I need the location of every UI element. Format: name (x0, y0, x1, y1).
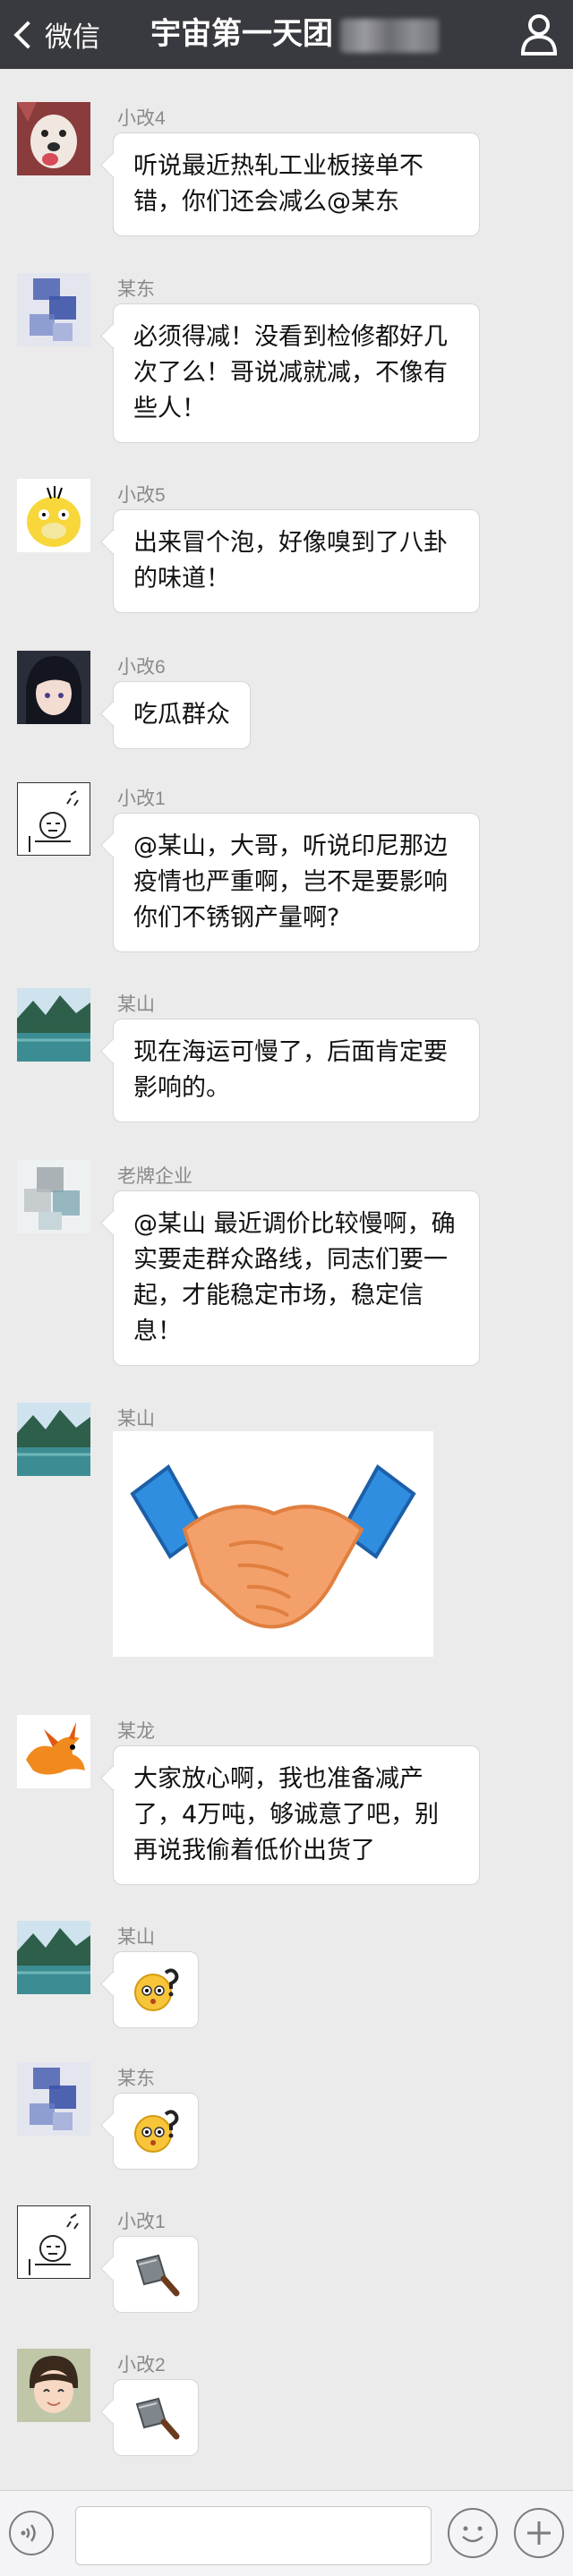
blurred-avatar[interactable] (17, 273, 90, 346)
message-bubble[interactable]: 大家放心啊，我也准备减产了，4万吨，够诚意了吧，别再说我偷着低价出货了 (113, 1745, 480, 1885)
message-bubble[interactable]: @某山，大哥，听说印尼那边疫情也严重啊，岂不是要影响你们不锈钢产量啊? (113, 813, 480, 952)
input-bar (0, 2490, 573, 2576)
sender-name: 小改4 (117, 108, 166, 129)
message-bubble[interactable] (113, 1951, 199, 2028)
cleaver-icon (135, 2397, 180, 2440)
message-bubble[interactable]: 听说最近热轧工业板接单不错，你们还会减么@某东 (113, 132, 480, 236)
blurred-avatar[interactable] (17, 2062, 90, 2136)
chat-title-text: 宇宙第一天团 (150, 16, 333, 52)
dog-avatar[interactable] (17, 102, 90, 175)
message-bubble[interactable]: 出来冒个泡，好像嗅到了八卦的味道！ (113, 509, 480, 613)
handshake-image[interactable] (113, 1431, 433, 1657)
message-bubble[interactable] (113, 2379, 199, 2456)
voice-icon (21, 2524, 36, 2542)
chevron-left-icon (13, 20, 42, 49)
confused-emoji-icon (134, 2110, 179, 2153)
message-bubble[interactable]: 吃瓜群众 (113, 681, 251, 749)
boy-avatar[interactable] (17, 2349, 90, 2422)
sender-name: 小改5 (117, 485, 166, 506)
confused-emoji-icon (134, 1968, 179, 2011)
sketch-avatar[interactable] (17, 782, 90, 856)
message-bubble[interactable] (113, 2093, 199, 2170)
blurred-avatar[interactable] (17, 1160, 90, 1233)
blurred-title-suffix (340, 18, 439, 53)
more-button[interactable] (514, 2508, 564, 2558)
emoji-button[interactable] (448, 2508, 498, 2558)
sender-name: 某山 (117, 1927, 155, 1948)
sender-name: 某东 (117, 279, 155, 300)
sketch-avatar[interactable] (17, 2205, 90, 2279)
back-button[interactable]: 微信 (13, 0, 100, 69)
sender-name: 小改6 (117, 657, 166, 678)
sender-name: 小改2 (117, 2355, 166, 2376)
lake-avatar[interactable] (17, 988, 90, 1062)
message-bubble[interactable]: 现在海运可慢了，后面肯定要影响的。 (113, 1019, 480, 1122)
smiley-icon (462, 2526, 483, 2543)
sender-name: 某山 (117, 994, 155, 1015)
message-bubble[interactable]: @某山 最近调价比较慢啊，确实要走群众路线，同志们要一起，才能稳定市场，稳定信息… (113, 1190, 480, 1366)
plus-icon (527, 2521, 551, 2545)
dragon-avatar[interactable] (17, 1715, 90, 1788)
sender-name: 小改1 (117, 789, 166, 809)
duck-avatar[interactable] (17, 479, 90, 552)
sender-name: 某东 (117, 2068, 155, 2089)
sender-name: 某山 (117, 1409, 155, 1429)
back-label: 微信 (45, 21, 100, 54)
chat-title: 宇宙第一天团 (150, 0, 439, 69)
cleaver-icon (135, 2254, 180, 2297)
lake-avatar[interactable] (17, 1921, 90, 1994)
chat-header: 微信 宇宙第一天团 (0, 0, 573, 69)
person-icon[interactable] (519, 13, 559, 55)
voice-button[interactable] (9, 2511, 54, 2555)
sender-name: 老牌企业 (117, 1166, 192, 1187)
anime-avatar[interactable] (17, 651, 90, 724)
lake-avatar[interactable] (17, 1403, 90, 1476)
message-bubble[interactable] (113, 2236, 199, 2313)
sender-name: 小改1 (117, 2212, 166, 2232)
sender-name: 某龙 (117, 1721, 155, 1742)
message-bubble[interactable]: 必须得减！没看到检修都好几次了么！哥说减就减，不像有些人！ (113, 303, 480, 443)
message-input[interactable] (75, 2506, 432, 2565)
